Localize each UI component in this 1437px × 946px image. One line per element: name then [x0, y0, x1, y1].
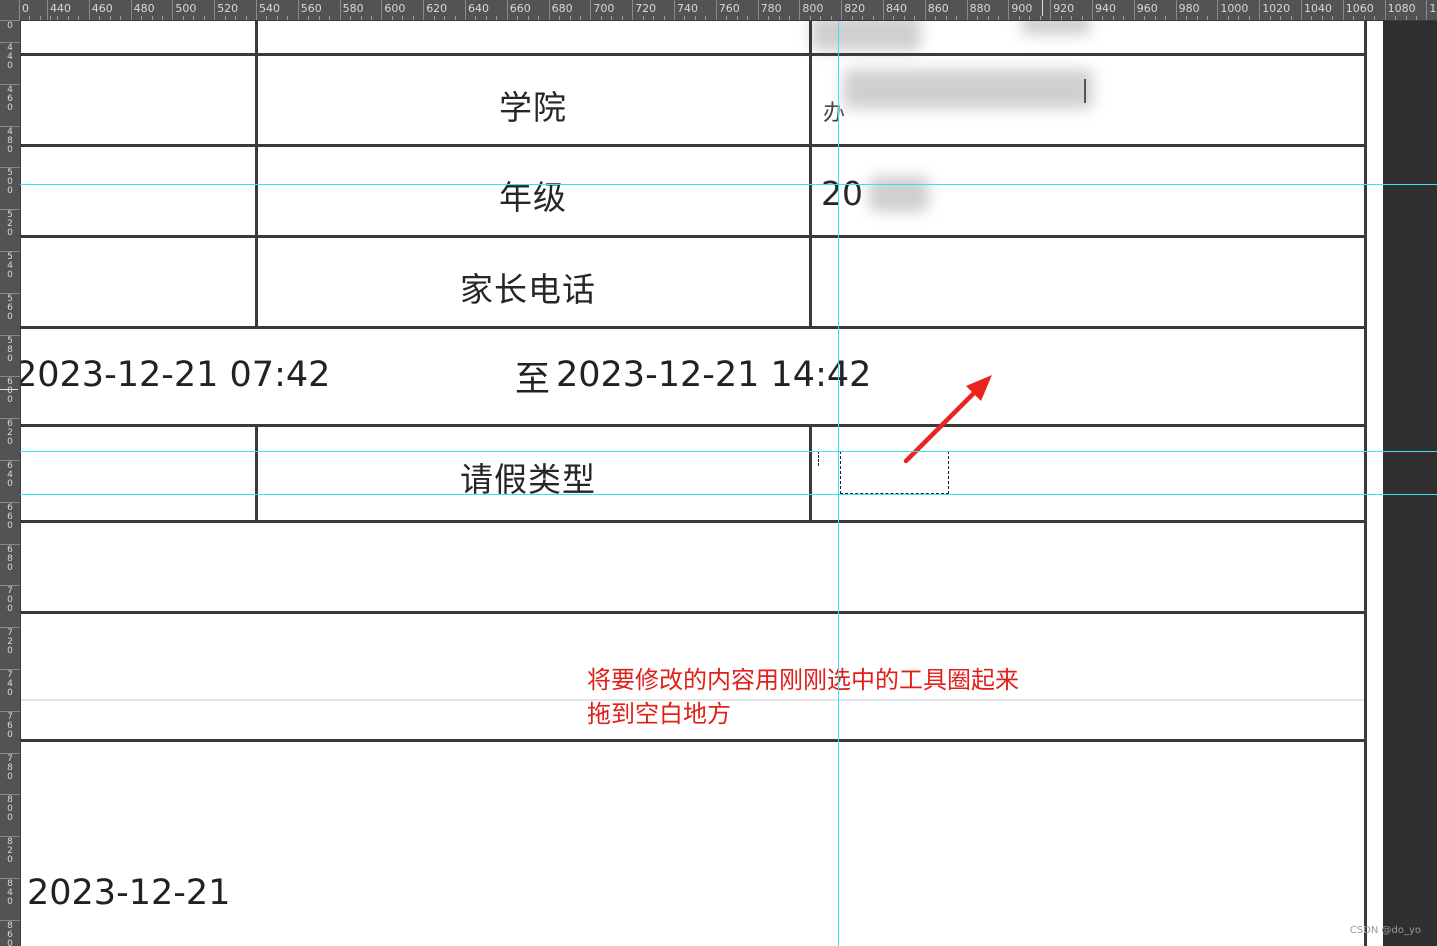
guide-horizontal[interactable] [20, 184, 1437, 185]
watermark: CSDN @do_yo [1349, 925, 1421, 936]
pasteboard-area [1383, 21, 1437, 946]
guide-horizontal[interactable] [20, 494, 1437, 495]
guide-vertical[interactable] [838, 21, 839, 946]
annotation-arrow [903, 375, 992, 464]
guide-horizontal[interactable] [20, 451, 1437, 452]
